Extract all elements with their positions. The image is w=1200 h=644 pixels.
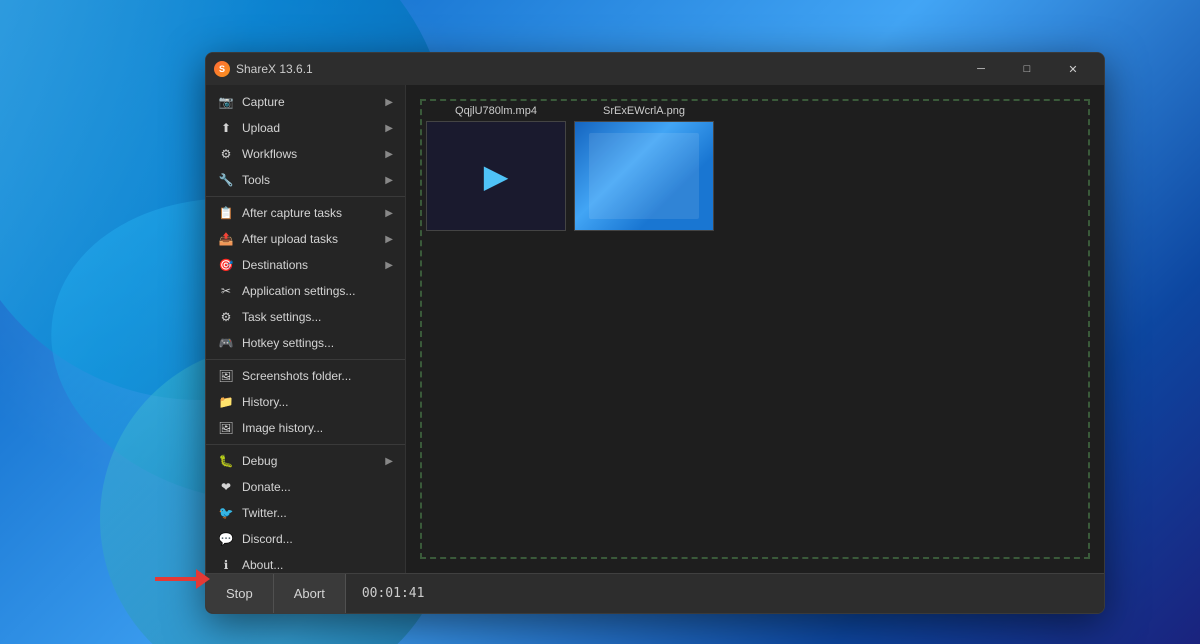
close-button[interactable]: ✕	[1050, 53, 1096, 85]
menu-label-twitter: Twitter...	[242, 506, 393, 520]
menu-icon-history: 📁	[218, 394, 234, 410]
file-grid: QqjlU780lm.mp4 ▶ SrExEWcrlA.png	[422, 101, 1088, 235]
file-label: QqjlU780lm.mp4	[455, 105, 537, 117]
menu-item-about[interactable]: ℹ About...	[206, 552, 405, 573]
menu-icon-hotkey_settings: 🎮	[218, 335, 234, 351]
menu-item-donate[interactable]: ❤ Donate...	[206, 474, 405, 500]
red-arrow-indicator	[155, 569, 210, 589]
menu-item-after_upload[interactable]: 📤 After upload tasks▶	[206, 226, 405, 252]
menu-arrow-tools: ▶	[385, 175, 393, 186]
menu-label-task_settings: Task settings...	[242, 310, 393, 324]
menu-icon-app_settings: ✂	[218, 283, 234, 299]
menu-label-capture: Capture	[242, 95, 385, 109]
menu-label-tools: Tools	[242, 173, 385, 187]
menu-label-debug: Debug	[242, 454, 385, 468]
menu-icon-donate: ❤	[218, 479, 234, 495]
menu-icon-tools: 🔧	[218, 172, 234, 188]
menu-item-capture[interactable]: 📷 Capture▶	[206, 89, 405, 115]
bottom-bar: Stop Abort 00:01:41	[206, 573, 1104, 613]
menu-icon-after_upload: 📤	[218, 231, 234, 247]
menu-icon-capture: 📷	[218, 94, 234, 110]
minimize-button[interactable]: ─	[958, 53, 1004, 85]
maximize-button[interactable]: □	[1004, 53, 1050, 85]
menu-icon-discord: 💬	[218, 531, 234, 547]
menu-item-upload[interactable]: ⬆ Upload▶	[206, 115, 405, 141]
menu-icon-image_history: 🖼	[218, 420, 234, 436]
menu-arrow-after_upload: ▶	[385, 234, 393, 245]
menu-label-discord: Discord...	[242, 532, 393, 546]
menu-item-app_settings[interactable]: ✂ Application settings...	[206, 278, 405, 304]
menu-icon-workflows: ⚙	[218, 146, 234, 162]
menu-item-discord[interactable]: 💬 Discord...	[206, 526, 405, 552]
menu-arrow-debug: ▶	[385, 456, 393, 467]
file-item[interactable]: QqjlU780lm.mp4 ▶	[426, 105, 566, 231]
left-menu: 📷Capture▶⬆Upload▶⚙Workflows▶🔧Tools▶📋Afte…	[206, 85, 406, 573]
menu-icon-about: ℹ	[218, 557, 234, 573]
menu-label-screenshots_folder: Screenshots folder...	[242, 369, 393, 383]
menu-arrow-upload: ▶	[385, 123, 393, 134]
menu-item-screenshots_folder[interactable]: 🖼 Screenshots folder...	[206, 363, 405, 389]
menu-item-tools[interactable]: 🔧 Tools▶	[206, 167, 405, 193]
stop-button[interactable]: Stop	[206, 574, 274, 613]
screenshot-preview	[575, 122, 713, 230]
menu-item-destinations[interactable]: 🎯 Destinations▶	[206, 252, 405, 278]
title-bar: S ShareX 13.6.1 ─ □ ✕	[206, 53, 1104, 85]
abort-button[interactable]: Abort	[274, 574, 346, 613]
menu-icon-debug: 🐛	[218, 453, 234, 469]
content-area: QqjlU780lm.mp4 ▶ SrExEWcrlA.png	[406, 85, 1104, 573]
menu-label-app_settings: Application settings...	[242, 284, 393, 298]
menu-icon-screenshots_folder: 🖼	[218, 368, 234, 384]
app-icon: S	[214, 61, 230, 77]
file-thumbnail	[574, 121, 714, 231]
menu-icon-task_settings: ⚙	[218, 309, 234, 325]
window-controls: ─ □ ✕	[958, 53, 1096, 85]
menu-divider	[206, 196, 405, 197]
menu-label-hotkey_settings: Hotkey settings...	[242, 336, 393, 350]
menu-item-history[interactable]: 📁 History...	[206, 389, 405, 415]
file-label: SrExEWcrlA.png	[603, 105, 685, 117]
menu-label-about: About...	[242, 558, 393, 572]
menu-label-history: History...	[242, 395, 393, 409]
menu-label-workflows: Workflows	[242, 147, 385, 161]
menu-label-image_history: Image history...	[242, 421, 393, 435]
menu-divider	[206, 359, 405, 360]
menu-item-after_capture[interactable]: 📋 After capture tasks▶	[206, 200, 405, 226]
menu-arrow-capture: ▶	[385, 97, 393, 108]
menu-arrow-workflows: ▶	[385, 149, 393, 160]
file-item[interactable]: SrExEWcrlA.png	[574, 105, 714, 231]
recording-timer: 00:01:41	[346, 586, 441, 601]
menu-icon-after_capture: 📋	[218, 205, 234, 221]
window-title: ShareX 13.6.1	[236, 62, 958, 76]
menu-icon-destinations: 🎯	[218, 257, 234, 273]
menu-divider	[206, 444, 405, 445]
menu-item-workflows[interactable]: ⚙ Workflows▶	[206, 141, 405, 167]
menu-label-after_upload: After upload tasks	[242, 232, 385, 246]
menu-label-after_capture: After capture tasks	[242, 206, 385, 220]
menu-item-hotkey_settings[interactable]: 🎮 Hotkey settings...	[206, 330, 405, 356]
main-window: S ShareX 13.6.1 ─ □ ✕ 📷Capture▶⬆Upload▶⚙…	[205, 52, 1105, 614]
menu-icon-upload: ⬆	[218, 120, 234, 136]
content-border: QqjlU780lm.mp4 ▶ SrExEWcrlA.png	[420, 99, 1090, 559]
menu-label-destinations: Destinations	[242, 258, 385, 272]
menu-item-twitter[interactable]: 🐦 Twitter...	[206, 500, 405, 526]
menu-arrow-after_capture: ▶	[385, 208, 393, 219]
menu-item-task_settings[interactable]: ⚙ Task settings...	[206, 304, 405, 330]
window-body: 📷Capture▶⬆Upload▶⚙Workflows▶🔧Tools▶📋Afte…	[206, 85, 1104, 573]
menu-label-upload: Upload	[242, 121, 385, 135]
menu-label-donate: Donate...	[242, 480, 393, 494]
file-thumbnail: ▶	[426, 121, 566, 231]
menu-icon-twitter: 🐦	[218, 505, 234, 521]
menu-arrow-destinations: ▶	[385, 260, 393, 271]
video-play-icon: ▶	[484, 157, 509, 195]
menu-item-image_history[interactable]: 🖼 Image history...	[206, 415, 405, 441]
menu-item-debug[interactable]: 🐛 Debug▶	[206, 448, 405, 474]
